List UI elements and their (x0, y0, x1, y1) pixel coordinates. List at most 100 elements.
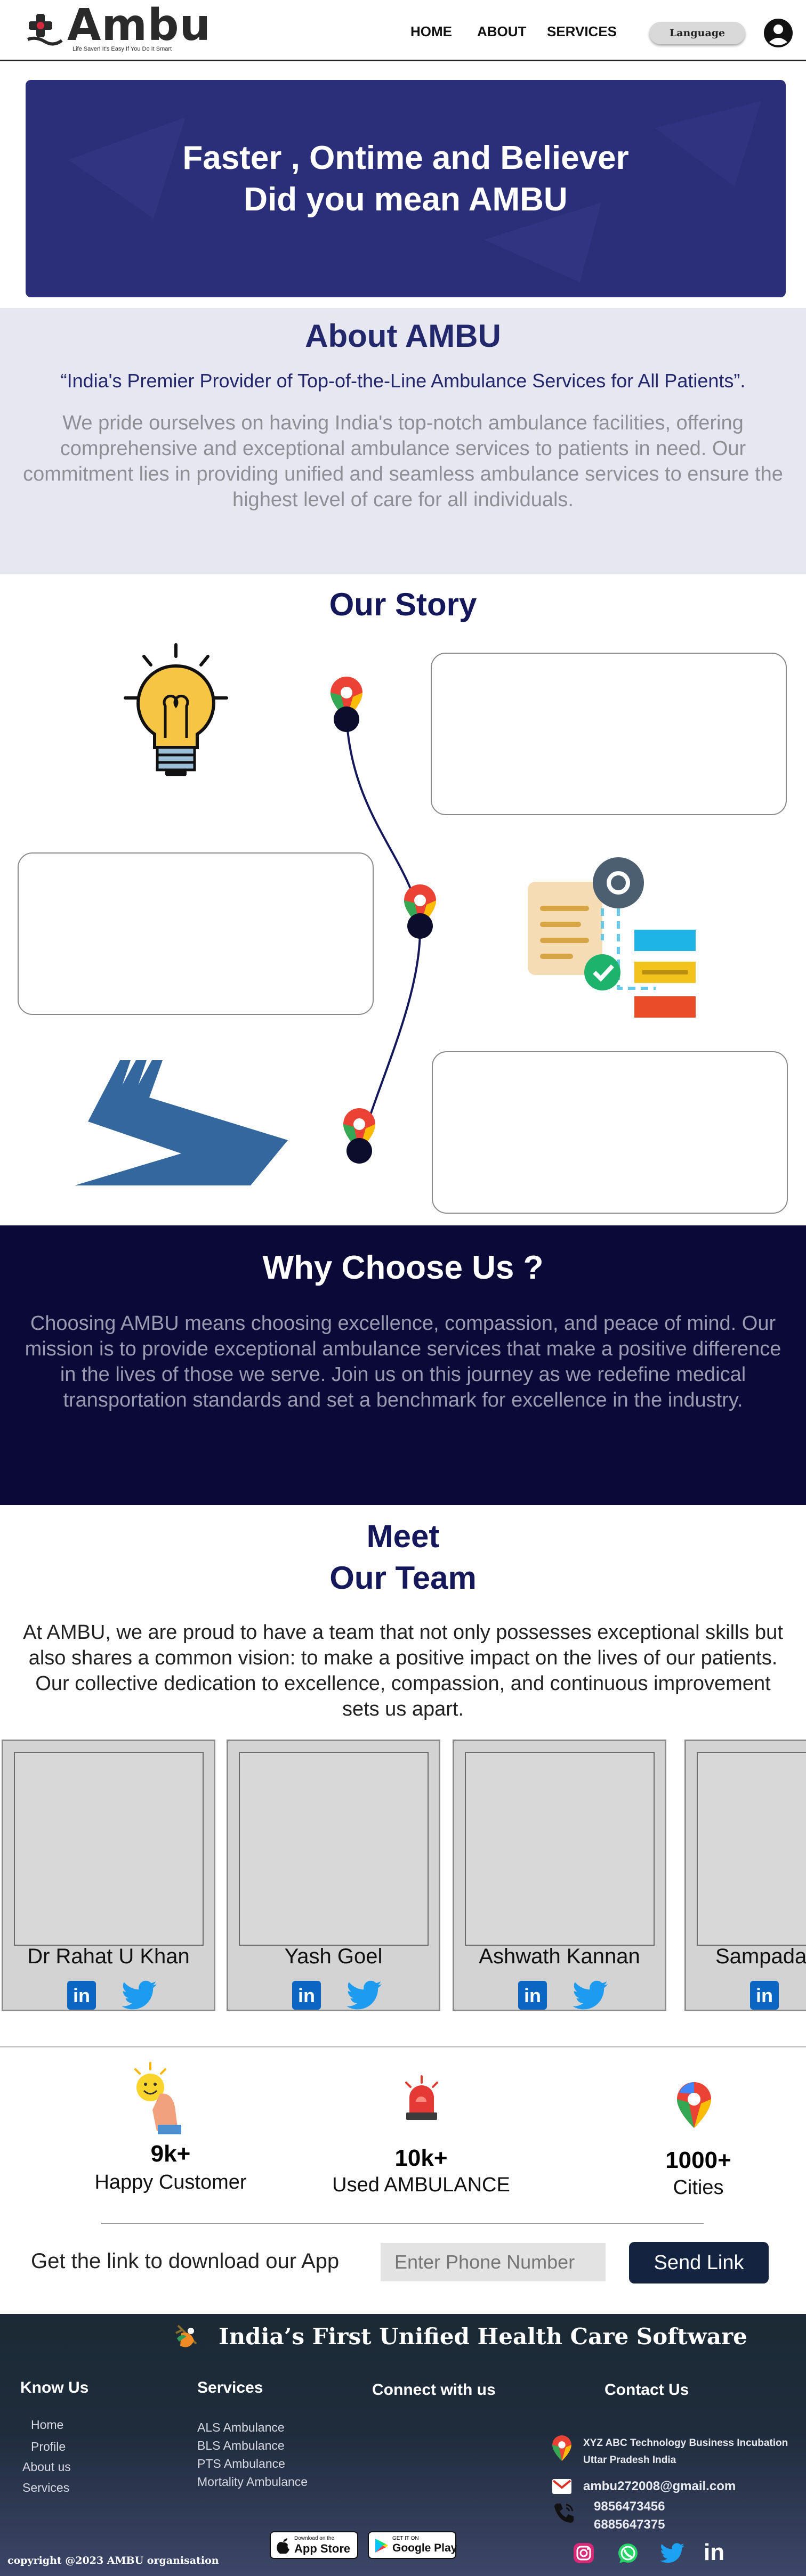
road-icon (75, 1060, 288, 1185)
nav-home[interactable]: HOME (410, 23, 452, 40)
phone-number-input[interactable] (381, 2243, 606, 2281)
hero-banner: Faster , Ontime and Believer Did you mea… (26, 80, 786, 297)
linkedin-icon[interactable]: in (518, 1981, 547, 2010)
connect-heading: Connect with us (372, 2381, 496, 2399)
footer-service-als[interactable]: ALS Ambulance (197, 2420, 285, 2435)
hero-title-line1: Faster , Ontime and Believer (182, 140, 629, 176)
member-photo (239, 1752, 429, 1946)
twitter-icon[interactable] (573, 1980, 608, 2011)
stat-label: Used AMBULANCE (332, 2174, 510, 2196)
user-circle-icon[interactable] (763, 18, 794, 48)
team-card: Sampada in (684, 1740, 806, 2011)
footer-link-profile[interactable]: Profile (31, 2440, 66, 2454)
member-name: Dr Rahat U Khan (27, 1945, 190, 1968)
linkedin-icon[interactable]: in (704, 2538, 724, 2567)
nav-services[interactable]: SERVICES (547, 23, 617, 40)
siren-icon (405, 2075, 438, 2120)
team-title-line1: Meet (366, 1518, 440, 1554)
contact-phone2[interactable]: 6885647375 (594, 2517, 665, 2532)
member-name: Sampada (715, 1945, 806, 1968)
team-card: Dr Rahat U Khan in (2, 1740, 215, 2011)
footer-service-mortality[interactable]: Mortality Ambulance (197, 2475, 308, 2489)
team-body: At AMBU, we are proud to have a team tha… (23, 1621, 783, 1720)
why-section: Why Choose Us ? Choosing AMBU means choo… (0, 1225, 806, 1505)
ambulance-cross-icon (27, 14, 63, 46)
linkedin-icon[interactable]: in (750, 1981, 779, 2010)
stat-value: 10k+ (394, 2145, 448, 2171)
contact-address-line1: XYZ ABC Technology Business Incubation (583, 2437, 788, 2449)
story-box-1 (431, 653, 787, 815)
contact-address-line2: Uttar Pradesh India (583, 2455, 676, 2466)
team-card: Yash Goel in (227, 1740, 440, 2011)
site-header: Ambu Life Saver! It's Easy If You Do It … (0, 0, 806, 61)
happy-emoji-icon (134, 2062, 181, 2134)
app-store-badge[interactable]: Download on the App Store (270, 2531, 358, 2559)
member-photo (697, 1752, 806, 1946)
site-footer: India’s First Unified Health Care Softwa… (0, 2314, 806, 2576)
stat-value: 9k+ (150, 2141, 191, 2167)
team-title-line2: Our Team (329, 1560, 477, 1596)
member-name: Yash Goel (284, 1945, 383, 1968)
footer-link-home[interactable]: Home (31, 2418, 63, 2432)
footer-service-bls[interactable]: BLS Ambulance (197, 2439, 285, 2453)
app-store-big: App Store (294, 2542, 351, 2555)
stat-value: 1000+ (665, 2147, 731, 2173)
copyright-text: copyright @2023 AMBU organisation (7, 2555, 219, 2566)
language-button[interactable]: Language (649, 22, 745, 44)
footer-link-about[interactable]: About us (22, 2460, 71, 2474)
caduceus-icon (175, 2325, 197, 2347)
about-section: About AMBU “India's Premier Provider of … (0, 308, 806, 574)
why-title: Why Choose Us ? (262, 1249, 544, 1286)
twitter-icon[interactable] (346, 1980, 382, 2011)
app-link-prompt: Get the link to download our App (31, 2249, 340, 2273)
team-card: Ashwath Kannan in (453, 1740, 666, 2011)
app-store-small: Download on the (294, 2536, 335, 2541)
stats-divider-top (0, 2046, 806, 2047)
why-body: Choosing AMBU means choosing excellence,… (25, 1312, 781, 1411)
services-heading: Services (197, 2379, 263, 2396)
stat-label: Cities (673, 2176, 724, 2199)
footer-link-services[interactable]: Services (22, 2481, 69, 2495)
story-title: Our Story (329, 587, 477, 622)
about-body: We pride ourselves on having India's top… (23, 412, 783, 511)
hero-title-line2: Did you mean AMBU (244, 181, 568, 218)
twitter-icon[interactable] (660, 2543, 684, 2563)
apple-icon (277, 2538, 289, 2554)
about-subtitle: “India's Premier Provider of Top-of-the-… (60, 370, 746, 392)
story-box-3 (432, 1051, 788, 1214)
linkedin-icon[interactable]: in (292, 1981, 321, 2010)
logo-tagline: Life Saver! It's Easy If You Do It Smart (72, 46, 172, 52)
logo-text: Ambu (67, 0, 211, 51)
location-pin-icon (404, 884, 436, 939)
location-pin-icon (552, 2435, 571, 2461)
nav-about[interactable]: ABOUT (477, 23, 526, 40)
stats-divider-bottom (101, 2223, 704, 2224)
member-photo (14, 1752, 204, 1946)
linkedin-icon[interactable]: in (67, 1981, 96, 2010)
stat-label: Happy Customer (94, 2171, 247, 2193)
footer-headline: India’s First Unified Health Care Softwa… (219, 2323, 747, 2350)
lightbulb-icon (124, 643, 228, 776)
google-play-badge[interactable]: GET IT ON Google Play (368, 2531, 457, 2559)
footer-service-pts[interactable]: PTS Ambulance (197, 2457, 285, 2471)
member-name: Ashwath Kannan (479, 1945, 640, 1968)
instagram-icon[interactable] (573, 2542, 595, 2564)
email-icon (552, 2479, 571, 2494)
story-box-2 (18, 852, 374, 1015)
phone-icon (554, 2504, 574, 2523)
whatsapp-icon[interactable] (616, 2542, 640, 2565)
contact-phone1[interactable]: 9856473456 (594, 2499, 665, 2514)
google-play-small: GET IT ON (392, 2536, 419, 2541)
know-us-heading: Know Us (20, 2379, 89, 2396)
workflow-gear-icon (528, 857, 696, 1018)
member-photo (465, 1752, 655, 1946)
about-title: About AMBU (305, 318, 501, 354)
location-pin-icon (331, 677, 362, 732)
location-pin-icon (677, 2082, 711, 2128)
brand-logo[interactable]: Ambu Life Saver! It's Easy If You Do It … (26, 0, 211, 55)
send-link-button[interactable]: Send Link (629, 2242, 769, 2284)
twitter-icon[interactable] (122, 1980, 157, 2011)
location-pin-icon (343, 1108, 375, 1164)
contact-heading: Contact Us (604, 2381, 689, 2399)
contact-email[interactable]: ambu272008@gmail.com (583, 2479, 736, 2494)
